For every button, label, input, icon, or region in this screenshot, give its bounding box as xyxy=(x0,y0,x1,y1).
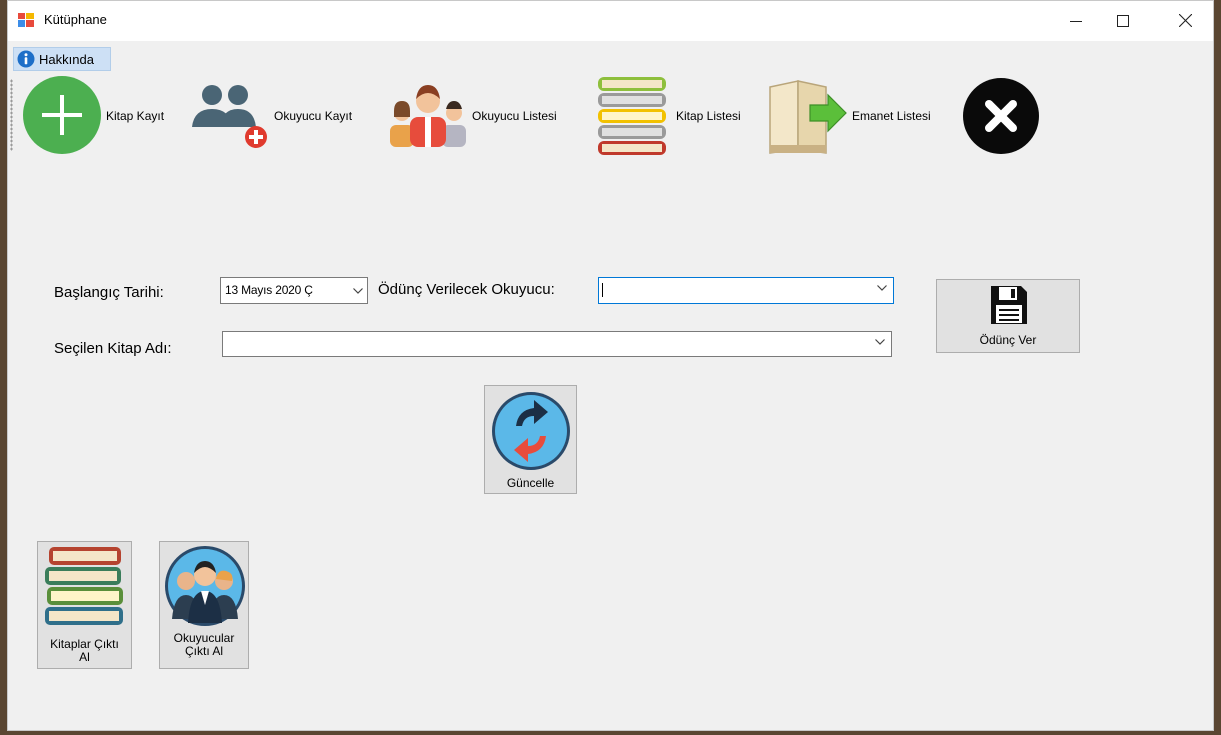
date-dropdown-button[interactable] xyxy=(349,278,367,303)
chevron-down-icon[interactable] xyxy=(875,339,885,345)
app-window-icon xyxy=(18,13,34,27)
book-label: Seçilen Kitap Adı: xyxy=(54,340,172,357)
minimize-icon xyxy=(1070,21,1082,22)
chevron-down-icon[interactable] xyxy=(877,285,887,291)
start-date-picker[interactable]: 13 Mayıs 2020 Ç xyxy=(220,277,368,304)
close-circle-icon xyxy=(963,78,1039,154)
add-user-icon xyxy=(192,85,267,148)
start-date-value: 13 Mayıs 2020 Ç xyxy=(225,283,313,297)
add-circle-icon xyxy=(23,76,101,154)
minimize-button[interactable] xyxy=(1053,1,1099,41)
info-icon xyxy=(17,50,35,68)
reader-input[interactable] xyxy=(602,280,842,302)
books-stack-icon xyxy=(598,77,666,155)
toolbar-kitap-kayit-button[interactable]: Kitap Kayıt xyxy=(20,71,184,161)
menu-about[interactable]: Hakkında xyxy=(13,47,111,71)
toolbar-okuyucu-listesi-button[interactable]: Okuyucu Listesi xyxy=(388,71,594,161)
people-group-icon xyxy=(390,85,466,147)
window-title: Kütüphane xyxy=(44,12,107,27)
toolbar-okuyucu-kayit-button[interactable]: Okuyucu Kayıt xyxy=(188,71,384,161)
toolbar-kitap-listesi-button[interactable]: Kitap Listesi xyxy=(596,71,764,161)
book-combobox[interactable] xyxy=(222,331,892,357)
books-stack-icon xyxy=(45,547,123,625)
refresh-button[interactable]: Güncelle xyxy=(484,385,577,494)
toolbar-kitap-listesi-label: Kitap Listesi xyxy=(676,109,741,123)
lend-button[interactable]: Ödünç Ver xyxy=(936,279,1080,353)
main-window: Kütüphane Hakkında Kitap Kayıt Okuyucu K… xyxy=(7,0,1214,731)
toolbar-emanet-listesi-button[interactable]: Emanet Listesi xyxy=(768,71,958,161)
maximize-button[interactable] xyxy=(1100,1,1146,41)
toolbar-grip[interactable] xyxy=(10,79,13,151)
menu-about-label: Hakkında xyxy=(39,51,94,67)
books-print-label: Kitaplar Çıktı Al xyxy=(50,637,119,664)
close-icon xyxy=(1179,14,1192,27)
menu-bar: Hakkında xyxy=(8,42,1213,71)
toolbar-okuyucu-listesi-label: Okuyucu Listesi xyxy=(472,109,557,123)
title-bar: Kütüphane xyxy=(8,1,1213,41)
lend-button-label: Ödünç Ver xyxy=(979,333,1037,347)
reader-combobox[interactable] xyxy=(598,277,894,304)
start-date-label: Başlangıç Tarihi: xyxy=(54,284,164,301)
people-group-icon xyxy=(165,546,245,626)
refresh-icon xyxy=(492,392,570,470)
readers-print-button[interactable]: Okuyucular Çıktı Al xyxy=(159,541,249,669)
close-window-button[interactable] xyxy=(1163,1,1209,41)
reader-label: Ödünç Verilecek Okuyucu: xyxy=(378,281,555,298)
toolbar-kitap-kayit-label: Kitap Kayıt xyxy=(106,109,165,123)
save-disk-icon xyxy=(991,286,1027,324)
readers-print-label: Okuyucular Çıktı Al xyxy=(173,631,235,658)
toolbar-exit-button[interactable] xyxy=(960,71,1046,161)
book-arrow-icon xyxy=(769,80,847,154)
maximize-icon xyxy=(1117,15,1129,27)
toolbar-okuyucu-kayit-label: Okuyucu Kayıt xyxy=(274,109,353,123)
toolbar: Kitap Kayıt Okuyucu Kayıt Okuyucu Listes… xyxy=(8,71,1068,163)
toolbar-emanet-listesi-label: Emanet Listesi xyxy=(852,109,931,123)
text-caret xyxy=(602,283,603,297)
refresh-button-label: Güncelle xyxy=(506,476,555,490)
chevron-down-icon xyxy=(353,288,363,294)
book-input[interactable] xyxy=(226,334,765,356)
books-print-button[interactable]: Kitaplar Çıktı Al xyxy=(37,541,132,669)
